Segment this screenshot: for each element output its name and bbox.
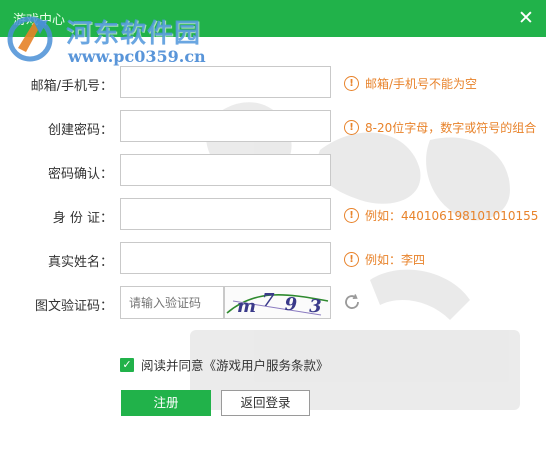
captcha-label: 图文验证码： — [34, 299, 113, 314]
back-login-button[interactable]: 返回登录 — [221, 390, 310, 416]
warning-icon: ! — [344, 252, 359, 267]
real-name-hint-text: 例如：李四 — [365, 253, 426, 267]
watermark-logo-icon — [7, 16, 53, 62]
watermark-name: 河东软件园 — [66, 19, 202, 49]
id-card-field[interactable] — [120, 198, 331, 230]
id-card-hint: ! 例如：440106198101010155 — [344, 207, 538, 224]
register-button[interactable]: 注册 — [121, 390, 211, 416]
close-icon[interactable]: ✕ — [516, 8, 536, 28]
captcha-input[interactable] — [120, 286, 224, 319]
captcha-text: m793 — [237, 290, 322, 317]
password-field[interactable] — [120, 110, 331, 142]
captcha-image[interactable]: m793 — [224, 286, 331, 319]
warning-icon: ! — [344, 76, 359, 91]
email-hint-text: 邮箱/手机号不能为空 — [365, 77, 478, 91]
agreement-checkbox[interactable]: ✓ — [120, 357, 134, 372]
id-card-hint-text: 例如：440106198101010155 — [365, 209, 539, 223]
password-hint-text: 8-20位字母，数字或符号的组合 — [365, 121, 537, 135]
email-field[interactable] — [120, 66, 331, 98]
captcha-char: 3 — [309, 296, 322, 317]
warning-icon: ! — [344, 208, 359, 223]
warning-icon: ! — [344, 120, 359, 135]
watermark-url: www.pc0359.cn — [68, 47, 206, 66]
real-name-label: 真实姓名： — [47, 255, 113, 270]
confirm-password-field[interactable] — [120, 154, 331, 186]
email-hint: ! 邮箱/手机号不能为空 — [344, 75, 477, 92]
agreement-checkbox-row[interactable]: ✓ 阅读并同意《游戏用户服务条款》 — [120, 355, 329, 374]
password-label: 创建密码： — [47, 123, 113, 138]
real-name-hint: ! 例如：李四 — [344, 251, 425, 268]
refresh-icon[interactable] — [343, 293, 361, 311]
id-card-label: 身 份 证： — [52, 211, 113, 226]
real-name-field[interactable] — [120, 242, 331, 274]
agreement-text[interactable]: 阅读并同意《游戏用户服务条款》 — [141, 355, 329, 374]
email-label: 邮箱/手机号： — [30, 79, 113, 94]
captcha-char: 9 — [285, 294, 298, 315]
password-hint: ! 8-20位字母，数字或符号的组合 — [344, 119, 536, 136]
captcha-char: 7 — [262, 290, 275, 311]
captcha-char: m — [237, 296, 256, 317]
confirm-password-label: 密码确认： — [47, 167, 113, 182]
